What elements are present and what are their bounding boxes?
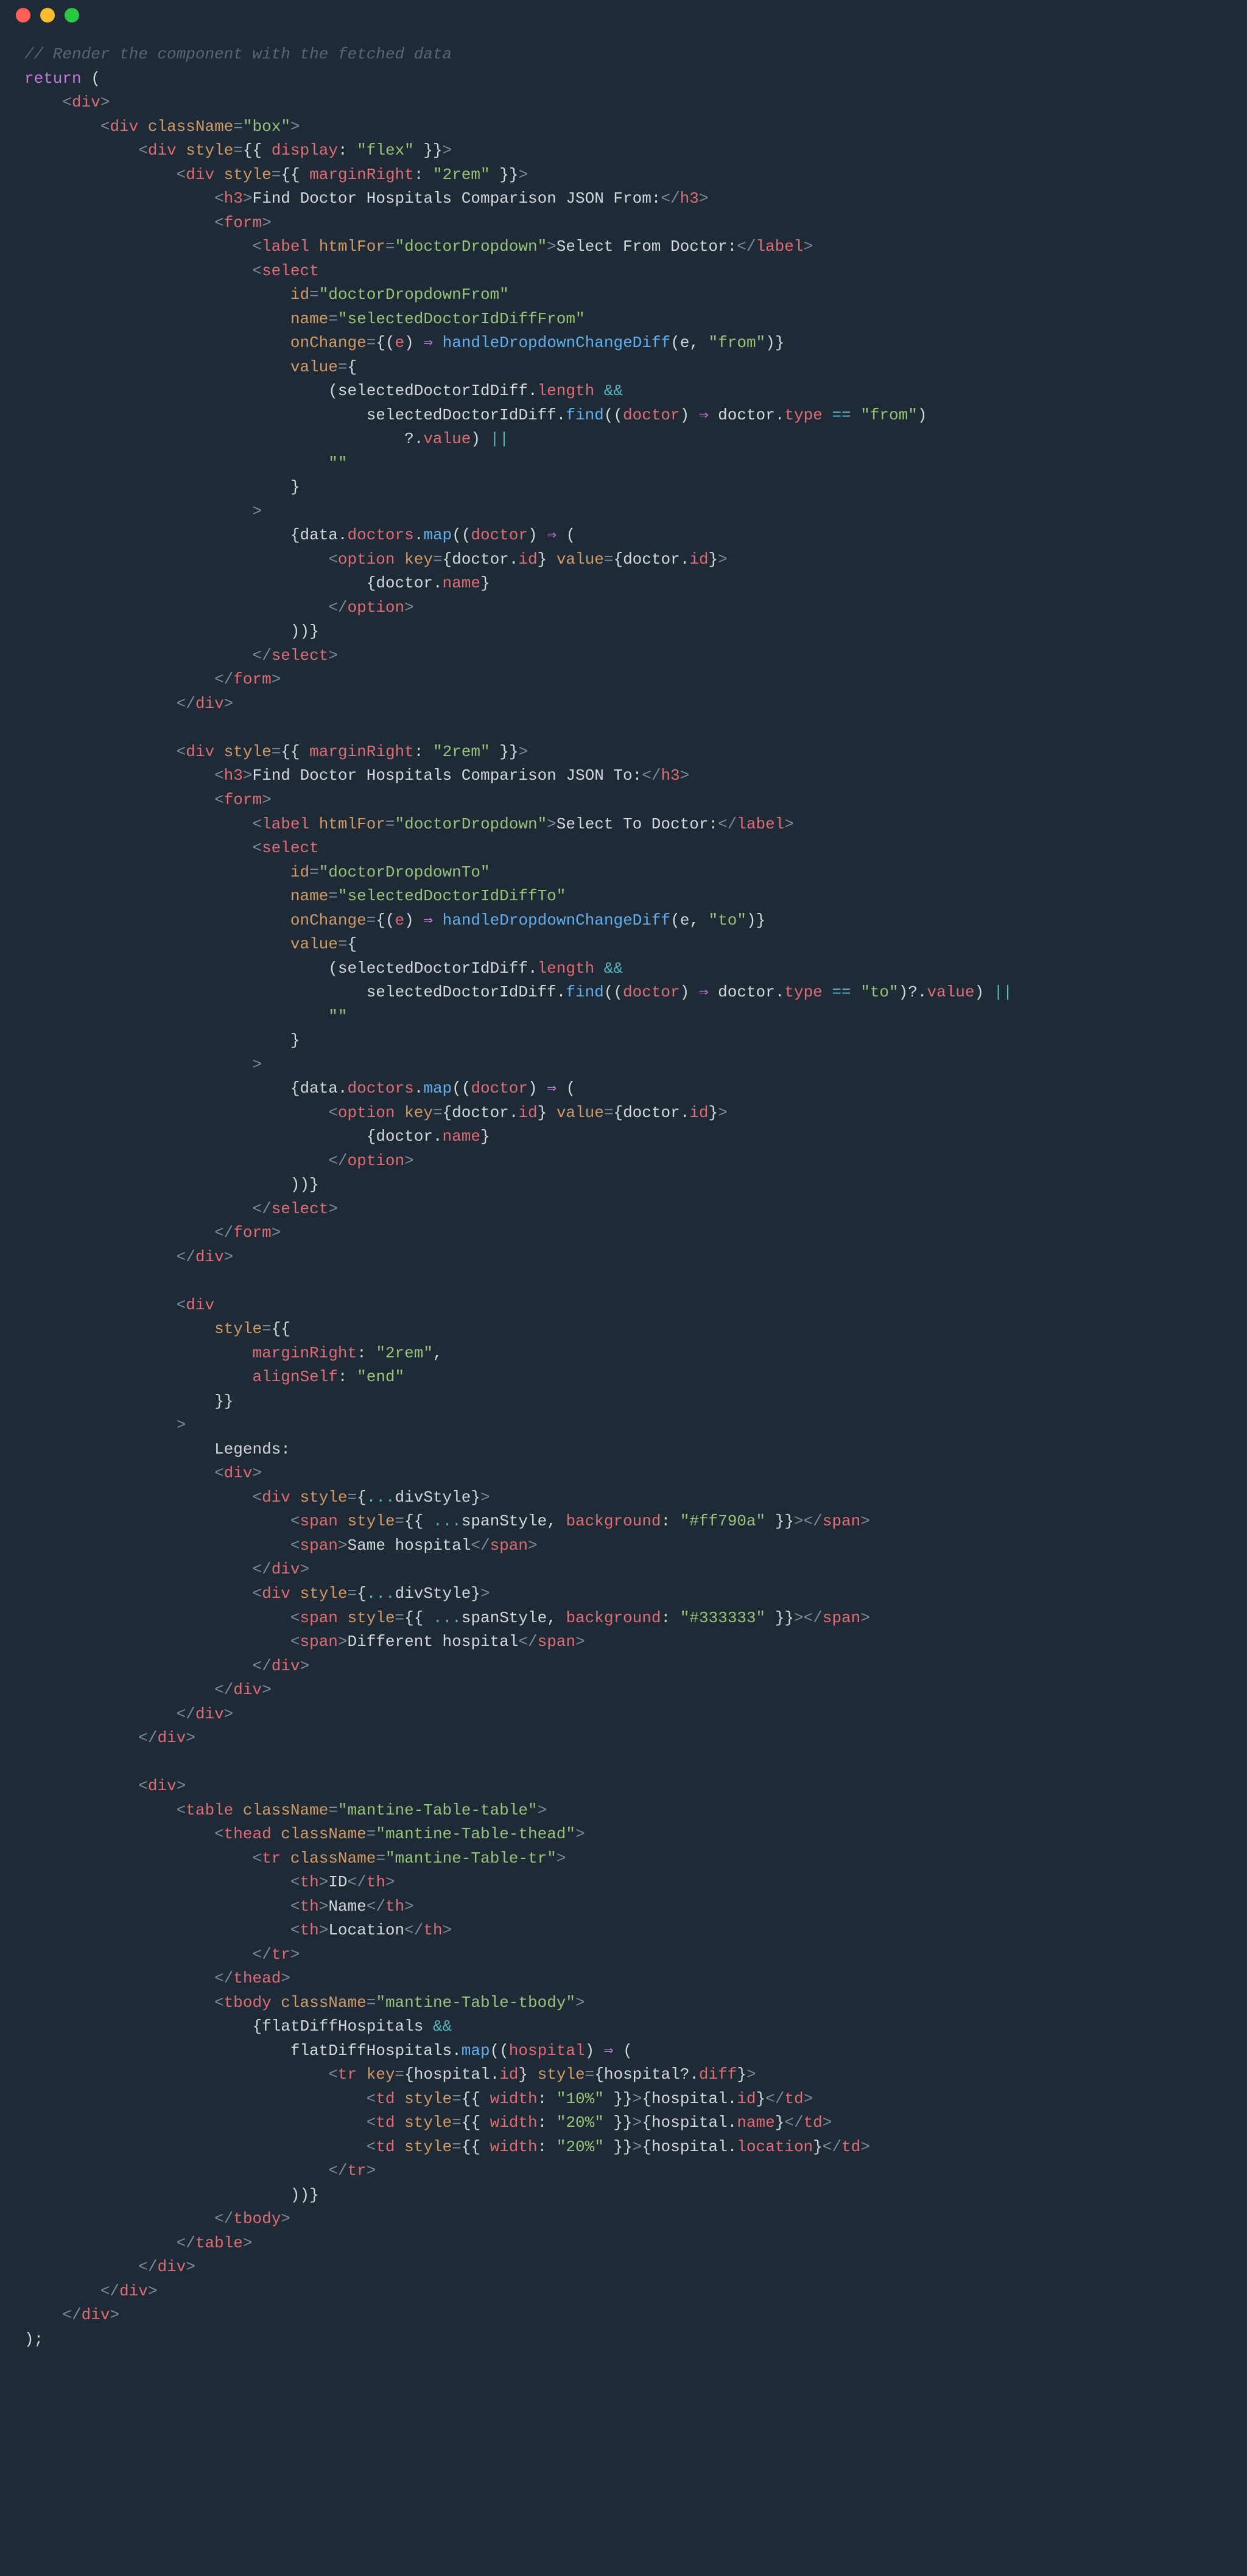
th-id: ID xyxy=(328,1873,347,1891)
maximize-icon[interactable] xyxy=(65,8,79,23)
comment-line: // Render the component with the fetched… xyxy=(24,45,452,63)
th-name: Name xyxy=(328,1897,366,1916)
minimize-icon[interactable] xyxy=(40,8,55,23)
legends-label: Legends: xyxy=(214,1440,290,1458)
legend-same: Same hospital xyxy=(348,1536,471,1555)
tag-div: div xyxy=(72,93,100,111)
code-editor-window: // Render the component with the fetched… xyxy=(0,0,1247,2376)
legend-different: Different hospital xyxy=(348,1633,519,1651)
keyword-return: return xyxy=(24,69,82,88)
label-from: Select From Doctor: xyxy=(557,237,737,256)
close-icon[interactable] xyxy=(16,8,30,23)
code-block: // Render the component with the fetched… xyxy=(0,30,1247,2376)
heading-from: Find Doctor Hospitals Comparison JSON Fr… xyxy=(253,189,661,208)
window-titlebar xyxy=(0,0,1247,30)
heading-to: Find Doctor Hospitals Comparison JSON To… xyxy=(253,766,642,785)
th-location: Location xyxy=(328,1921,404,1939)
label-to: Select To Doctor: xyxy=(557,815,718,833)
